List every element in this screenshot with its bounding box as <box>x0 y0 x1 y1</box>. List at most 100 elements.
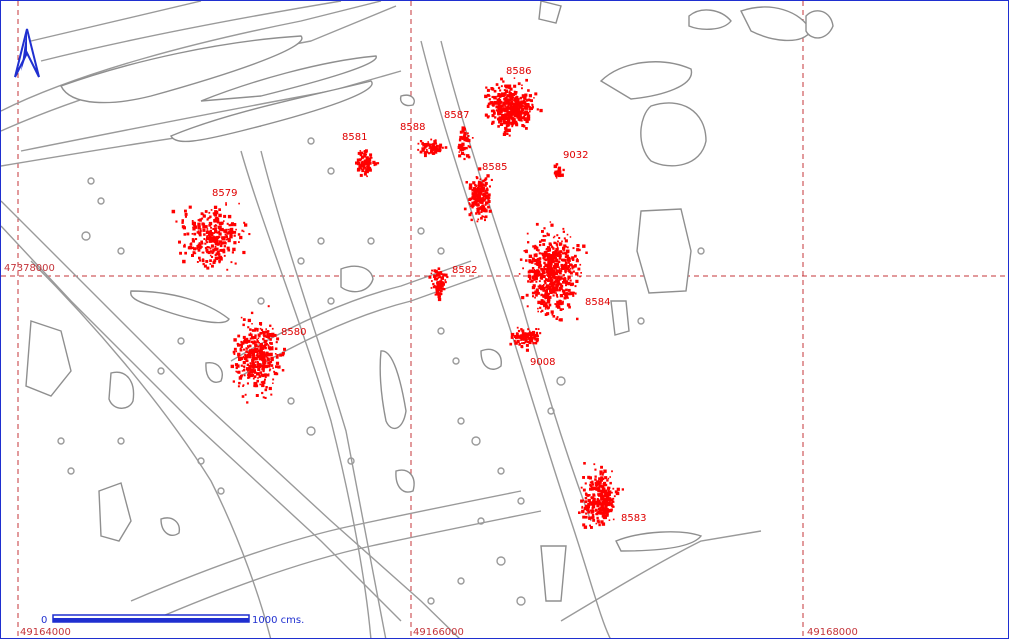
find-point <box>220 241 224 245</box>
find-point <box>491 120 495 124</box>
find-point <box>463 153 466 156</box>
find-point <box>270 356 274 361</box>
find-point <box>458 139 462 142</box>
find-point <box>264 388 268 392</box>
find-point <box>248 352 252 356</box>
find-point <box>526 305 529 308</box>
find-point <box>610 504 614 507</box>
find-point <box>362 164 366 168</box>
find-point <box>521 329 525 333</box>
find-point <box>535 338 539 342</box>
find-point <box>524 332 527 334</box>
find-point <box>197 248 201 252</box>
find-point <box>256 338 258 341</box>
find-point <box>599 473 602 476</box>
find-point <box>269 324 272 327</box>
find-point <box>578 248 581 252</box>
find-point <box>255 350 258 353</box>
find-point <box>360 158 363 161</box>
find-point <box>242 335 246 339</box>
find-point <box>539 243 542 247</box>
find-point <box>542 269 545 272</box>
find-point <box>216 221 219 224</box>
find-point <box>268 386 272 391</box>
find-point <box>216 250 220 254</box>
find-point <box>209 215 212 218</box>
find-point <box>241 395 245 398</box>
find-point <box>261 382 265 386</box>
find-point <box>259 383 262 386</box>
find-point <box>549 269 553 273</box>
find-point <box>551 275 554 277</box>
find-point <box>265 351 269 355</box>
find-point <box>554 271 557 274</box>
find-point <box>480 184 484 188</box>
find-point <box>225 202 227 204</box>
find-point <box>539 332 542 335</box>
find-point <box>253 369 256 372</box>
find-point <box>368 167 371 170</box>
find-point <box>505 124 509 128</box>
find-point <box>237 352 241 356</box>
find-point <box>539 306 542 309</box>
find-point <box>543 239 546 242</box>
find-point <box>509 342 513 346</box>
find-point <box>610 508 613 511</box>
find-point <box>588 516 592 520</box>
find-point <box>235 228 237 231</box>
find-point <box>240 364 243 367</box>
find-point <box>517 98 520 101</box>
find-point <box>276 337 280 341</box>
find-point <box>184 215 187 218</box>
find-point <box>497 125 500 128</box>
find-point <box>612 487 615 490</box>
find-point <box>252 341 255 345</box>
find-point <box>221 237 224 241</box>
find-point <box>479 196 481 199</box>
find-point <box>498 101 502 105</box>
find-point <box>262 331 266 335</box>
find-point <box>477 183 480 187</box>
find-point <box>261 367 264 371</box>
find-point <box>242 384 245 387</box>
find-point <box>544 235 547 237</box>
find-point <box>552 247 555 250</box>
find-point <box>238 202 240 205</box>
find-point <box>589 481 592 484</box>
find-point <box>232 247 236 252</box>
find-point <box>249 368 252 371</box>
find-point <box>488 185 491 188</box>
find-point <box>237 334 241 338</box>
find-point <box>198 232 202 236</box>
find-point <box>483 200 486 202</box>
find-point <box>513 114 517 118</box>
find-point <box>531 106 534 109</box>
find-point <box>269 352 273 357</box>
find-point <box>233 347 237 351</box>
find-point <box>183 244 186 248</box>
find-point <box>562 281 565 284</box>
find-point <box>259 327 262 330</box>
find-point <box>556 276 560 279</box>
find-point <box>521 84 523 86</box>
find-point <box>542 234 545 238</box>
find-point <box>497 105 501 109</box>
find-point <box>356 158 360 162</box>
find-point <box>569 291 573 296</box>
find-point <box>596 516 599 520</box>
find-point <box>439 295 441 298</box>
find-point <box>218 213 222 218</box>
find-point <box>604 483 608 487</box>
find-point <box>558 276 562 280</box>
find-point <box>477 208 480 211</box>
find-point <box>495 83 499 86</box>
find-point <box>555 283 559 287</box>
coord-label-x-49166000: 49166000 <box>413 627 464 638</box>
find-point <box>471 206 474 209</box>
cluster-8583 <box>578 462 624 529</box>
find-point <box>557 263 559 265</box>
find-point <box>564 271 567 274</box>
find-point <box>503 131 507 134</box>
find-point <box>541 239 544 242</box>
find-point <box>527 89 530 92</box>
